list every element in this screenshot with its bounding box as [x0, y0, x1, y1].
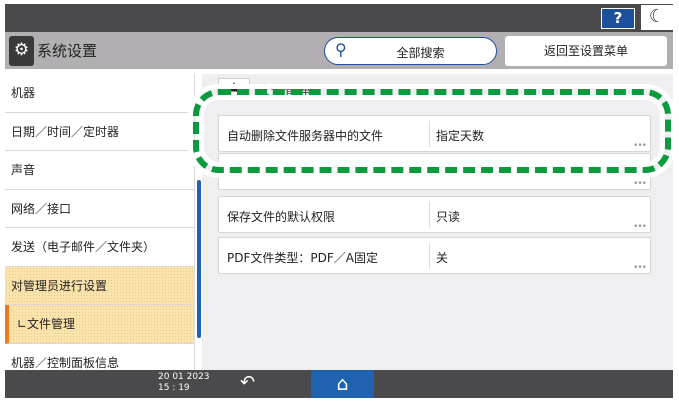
highlight-dashed-outline [193, 89, 671, 173]
search-all-button[interactable]: ⚲ 全部搜索 [324, 37, 497, 65]
more-icon: ••• [633, 222, 647, 232]
sidebar-item-file-management[interactable]: ∟文件管理 [5, 305, 194, 344]
search-label: 全部搜索 [396, 46, 445, 60]
home-button[interactable]: ⌂ [311, 370, 374, 398]
sidebar-item-machine[interactable]: 机器 [5, 74, 194, 113]
home-icon: ⌂ [336, 373, 349, 395]
back-to-menu-button[interactable]: 返回至设置菜单 [505, 36, 667, 66]
sidebar-scrollbar[interactable] [197, 180, 201, 338]
back-arrow-icon[interactable]: ↶ [240, 372, 255, 393]
top-status-bar [5, 4, 673, 32]
setting-key: PDF文件类型：PDF／A固定 [227, 251, 378, 265]
setting-value: 关 [436, 251, 449, 265]
sidebar-item-network[interactable]: 网络／接口 [5, 190, 194, 228]
sidebar-item-admin[interactable]: 对管理员进行设置 [5, 266, 194, 305]
time: 15 : 19 [158, 383, 190, 393]
page-title: 系统设置 [37, 42, 98, 60]
sidebar-item-machine-info[interactable]: 机器／控制面板信息 [5, 344, 194, 371]
setting-value: 只读 [436, 210, 461, 224]
moon-icon[interactable]: ☾ [641, 5, 673, 30]
gear-icon: ⚙ [9, 36, 34, 66]
sidebar: 机器 日期／时间／定时器 声音 网络／接口 发送（电子邮件／文件夹） 对管理员进… [5, 74, 195, 370]
sidebar-item-send[interactable]: 发送（电子邮件／文件夹） [5, 228, 194, 267]
setting-row[interactable]: PDF文件类型：PDF／A固定 关 ••• [218, 237, 651, 274]
date: 20 01 2023 [158, 372, 210, 382]
setting-key: 保存文件的默认权限 [227, 210, 336, 224]
datetime: 20 01 2023 15 : 19 [158, 372, 210, 394]
sidebar-item-datetime[interactable]: 日期／时间／定时器 [5, 113, 194, 151]
more-icon: ••• [633, 263, 647, 273]
more-icon: ••• [633, 179, 647, 189]
setting-row[interactable]: 保存文件的默认权限 只读 ••• [218, 196, 651, 233]
sidebar-item-sound[interactable]: 声音 [5, 151, 194, 190]
help-button[interactable]: ? [601, 8, 635, 29]
